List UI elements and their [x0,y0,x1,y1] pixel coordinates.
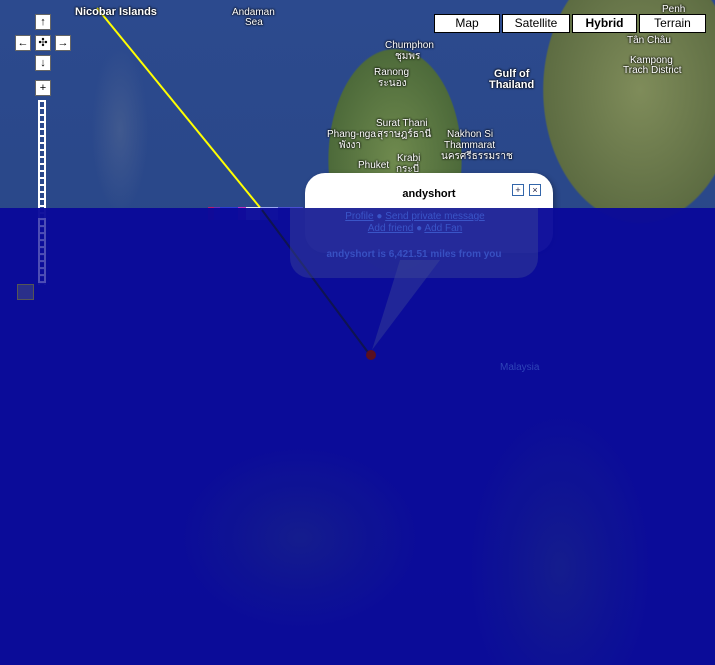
label-surat: Surat Thani [376,118,428,129]
label-ranong: Ranong [374,67,410,78]
label-chumphon: Chumphon [385,40,434,51]
info-window-links: Profile ● Send private message Add frien… [345,211,485,234]
pan-center-icon[interactable]: ✣ [35,35,51,51]
label-gulf-2: Thailand [489,79,535,91]
label-andaman-2: Sea [245,17,263,28]
label-phangnga-th: พังงา [339,140,361,151]
pan-left-icon[interactable]: ← [15,35,31,51]
add-fan-link[interactable]: Add Fan [424,223,462,234]
map-type-bar: Map Satellite Hybrid Terrain [434,14,706,33]
distance-line-top [96,7,263,211]
send-message-link[interactable]: Send private message [385,211,485,222]
map-type-map-button[interactable]: Map [434,14,500,33]
label-nakhon-th: นครศรีธรรมราช [441,151,513,162]
add-friend-link[interactable]: Add friend [368,223,414,234]
pan-down-icon[interactable]: ↓ [35,55,51,71]
map-type-satellite-button[interactable]: Satellite [502,14,570,33]
info-window-body: Profile ● Send private message Add frien… [290,208,538,278]
label-kampong-2: Trach District [623,65,682,76]
label-nakhon-1: Nakhon Si [447,129,494,140]
map-type-terrain-button[interactable]: Terrain [639,14,706,33]
label-malaysia: Malaysia [500,362,540,373]
distance-text: andyshort is 6,421.51 miles from you [326,249,502,260]
profile-link[interactable]: Profile [345,211,373,222]
zoom-slider-track-dim [38,218,46,283]
label-nicobar: Nicobar Islands [75,6,157,18]
zoom-slider-handle[interactable] [17,284,34,300]
label-phuket: Phuket [358,160,390,171]
label-ranong-th: ระนอง [378,78,407,89]
label-krabi: Krabi [397,153,421,164]
map-type-hybrid-button[interactable]: Hybrid [572,14,637,33]
pan-right-icon[interactable]: → [55,35,71,51]
close-icon[interactable]: × [529,184,541,196]
label-phangnga: Phang-nga [327,129,376,140]
label-nakhon-2: Thammarat [444,140,496,151]
zoom-in-icon[interactable]: + [35,80,51,96]
label-surat-th: สุราษฎร์ธานี [377,129,432,140]
maximize-icon[interactable]: + [512,184,524,196]
pan-up-icon[interactable]: ↑ [35,14,51,30]
label-tanchau: Tân Châu [627,35,671,46]
label-chumphon-th: ชุมพร [395,51,421,62]
